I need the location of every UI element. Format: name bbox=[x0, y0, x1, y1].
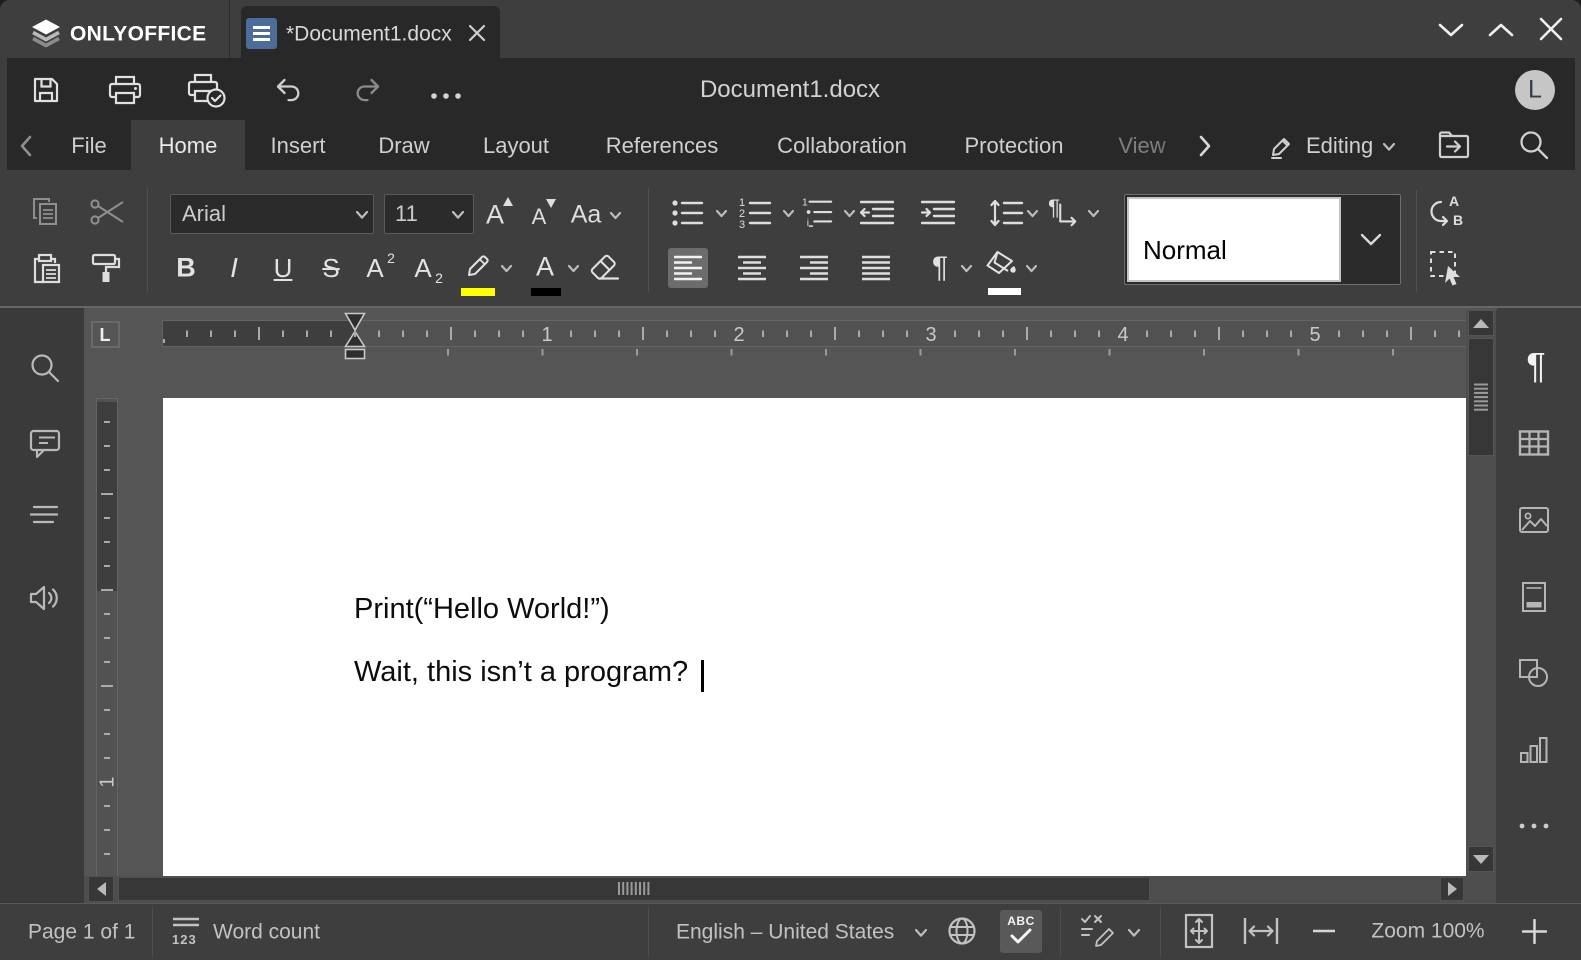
svg-text:5: 5 bbox=[1309, 324, 1320, 346]
svg-text:B: B bbox=[1453, 212, 1463, 228]
svg-text:2: 2 bbox=[733, 324, 744, 346]
svg-text:1: 1 bbox=[97, 776, 119, 787]
svg-text:123: 123 bbox=[172, 932, 197, 946]
svg-text:A: A bbox=[1449, 194, 1459, 209]
svg-text:¶: ¶ bbox=[1048, 197, 1060, 220]
svg-text:3: 3 bbox=[925, 324, 936, 346]
svg-text:i: i bbox=[807, 218, 809, 229]
svg-text:1: 1 bbox=[802, 197, 808, 208]
svg-text:3: 3 bbox=[739, 219, 745, 229]
svg-text:4: 4 bbox=[1117, 324, 1128, 346]
svg-text:1: 1 bbox=[541, 324, 552, 346]
